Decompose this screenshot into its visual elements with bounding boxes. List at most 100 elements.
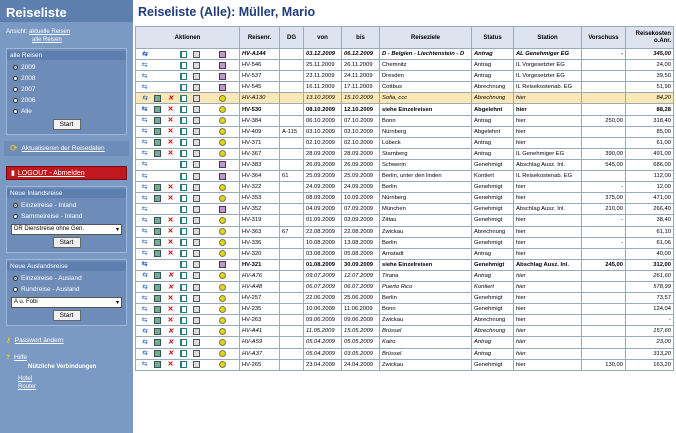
copy-icon[interactable]: [154, 94, 161, 102]
document-icon[interactable]: [180, 61, 187, 69]
col-station[interactable]: Station: [513, 26, 582, 49]
ausland-round-radio[interactable]: Rundreise - Ausland: [11, 284, 122, 295]
status-icon[interactable]: [219, 250, 226, 258]
open-icon[interactable]: ⇆: [142, 73, 148, 80]
table-row[interactable]: ⇆ ✕ HV-265 23.04.2009 24.04.2009 Zwickau Geneh…: [135, 358, 674, 371]
router-link[interactable]: Router: [18, 384, 36, 390]
open-icon[interactable]: ⇆: [142, 173, 148, 180]
logout-button[interactable]: ▮ LOGOUT - Abmelden: [6, 166, 127, 180]
cell-nr[interactable]: HV-383: [239, 158, 280, 172]
status-icon[interactable]: [219, 294, 226, 302]
open-icon[interactable]: ⇆: [142, 228, 148, 235]
cell-nr[interactable]: HV-321: [239, 258, 280, 271]
status-icon[interactable]: [219, 350, 226, 358]
col-dg[interactable]: DG: [279, 26, 304, 49]
table-row[interactable]: ⇆ ✕ HV-384 06.10.2009 07.10.2009 Bonn Antrag hi…: [135, 114, 674, 127]
print-icon[interactable]: [193, 205, 200, 213]
open-icon[interactable]: ⇆: [142, 272, 148, 279]
document-icon[interactable]: [180, 117, 187, 125]
table-row[interactable]: ⇆ ✕ HV-409 A-115 03.10.2009 03.10.2009 Nürnber…: [135, 125, 674, 138]
table-row[interactable]: ⇆ ✕ HV-336 10.08.2009 13.08.2009 Berlin Genehm…: [135, 236, 674, 249]
table-row[interactable]: ⇆ HV-545 16.11.2009 17.11.2009 Cottbus Abrech…: [135, 81, 674, 94]
open-icon[interactable]: ⇆: [142, 339, 148, 346]
document-icon[interactable]: [180, 83, 187, 91]
copy-icon[interactable]: [154, 316, 161, 324]
cell-nr[interactable]: HV-A76: [239, 269, 280, 282]
document-icon[interactable]: [180, 183, 187, 191]
col-bis[interactable]: bis: [341, 26, 380, 49]
print-icon[interactable]: [193, 327, 200, 335]
document-icon[interactable]: [180, 338, 187, 346]
open-icon[interactable]: ⇆: [142, 306, 148, 313]
cell-nr[interactable]: HV-320: [239, 247, 280, 260]
table-row[interactable]: ⇆ ✕ HV-A41 11.05.2009 15.05.2009 Brüssel Abrec…: [135, 325, 674, 338]
open-icon[interactable]: ⇆: [142, 284, 148, 291]
open-icon[interactable]: ⇆: [142, 150, 148, 157]
document-icon[interactable]: [180, 194, 187, 202]
table-row[interactable]: ⇆ HV-A144 03.12.2009 06.12.2009 D - Belgien …: [135, 47, 674, 61]
table-row[interactable]: ⇆ ✕ HV-263 09.06.2009 09.06.2009 Zwickau Abrec…: [135, 314, 674, 327]
cell-nr[interactable]: HV-A41: [239, 325, 280, 338]
cell-nr[interactable]: HV-363: [239, 225, 280, 238]
copy-icon[interactable]: [154, 294, 161, 302]
document-icon[interactable]: [180, 106, 187, 114]
history-icon[interactable]: [219, 205, 226, 213]
open-icon[interactable]: ⇆: [142, 184, 148, 191]
ausland-start-button[interactable]: Start: [52, 310, 81, 321]
print-icon[interactable]: [193, 106, 200, 114]
cell-nr[interactable]: HV-409: [239, 125, 280, 138]
year-radio-all[interactable]: Alle: [11, 106, 122, 117]
password-row[interactable]: ⚷ Passwort ändern: [0, 334, 133, 346]
open-icon[interactable]: ⇆: [142, 250, 148, 257]
delete-icon[interactable]: ✕: [168, 306, 174, 313]
delete-icon[interactable]: ✕: [168, 250, 174, 257]
cell-nr[interactable]: HV-371: [239, 136, 280, 149]
document-icon[interactable]: [180, 205, 187, 213]
status-icon[interactable]: [219, 316, 226, 324]
status-icon[interactable]: [219, 128, 226, 136]
inland-collective-radio[interactable]: Sammelreise - Inland: [11, 211, 122, 222]
delete-icon[interactable]: ✕: [168, 317, 174, 324]
copy-icon[interactable]: [154, 216, 161, 224]
print-icon[interactable]: [193, 139, 200, 147]
print-icon[interactable]: [193, 305, 200, 313]
copy-icon[interactable]: [154, 305, 161, 313]
copy-icon[interactable]: [154, 350, 161, 358]
table-row[interactable]: ⇆ ✕ HV-530 08.10.2009 12.10.2009 siehe Einzel…: [135, 103, 674, 116]
open-icon[interactable]: ⇆: [142, 62, 148, 69]
cell-nr[interactable]: HV-546: [239, 59, 280, 72]
copy-icon[interactable]: [154, 361, 161, 369]
table-row[interactable]: ⇆ ✕ HV-A37 05.04.2009 03.05.2009 Brüssel Antra…: [135, 347, 674, 360]
document-icon[interactable]: [180, 250, 187, 258]
table-row[interactable]: ⇆ ✕ HV-235 10.06.2009 11.06.2009 Bonn Genehmig…: [135, 303, 674, 316]
cell-nr[interactable]: HV-384: [239, 114, 280, 127]
cell-nr[interactable]: HV-545: [239, 81, 280, 94]
open-icon[interactable]: ⇆: [142, 128, 148, 135]
delete-icon[interactable]: ✕: [168, 106, 174, 113]
delete-icon[interactable]: ✕: [168, 272, 174, 279]
copy-icon[interactable]: [154, 272, 161, 280]
cell-nr[interactable]: HV-263: [239, 314, 280, 327]
document-icon[interactable]: [180, 50, 187, 58]
year-radio-2006[interactable]: 2006: [11, 95, 122, 106]
table-row[interactable]: ⇆ HV-364 61 25.09.2009 25.09.2009 Berlin, unt…: [135, 170, 674, 183]
copy-icon[interactable]: [154, 117, 161, 125]
help-link[interactable]: Hilfe: [14, 354, 27, 361]
document-icon[interactable]: [180, 272, 187, 280]
cell-nr[interactable]: HV-A144: [239, 47, 280, 61]
year-start-button[interactable]: Start: [52, 119, 81, 130]
print-icon[interactable]: [193, 161, 200, 169]
open-icon[interactable]: ⇆: [142, 161, 148, 168]
open-icon[interactable]: ⇆: [142, 295, 148, 302]
copy-icon[interactable]: [154, 194, 161, 202]
document-icon[interactable]: [180, 305, 187, 313]
cell-nr[interactable]: HV-A59: [239, 336, 280, 349]
table-row[interactable]: ⇆ ✕ HV-320 03.08.2009 05.08.2009 Arnstadt Antr…: [135, 247, 674, 260]
copy-icon[interactable]: [154, 106, 161, 114]
copy-icon[interactable]: [154, 239, 161, 247]
status-icon[interactable]: [219, 361, 226, 369]
current-trips-link[interactable]: aktuelle Reisen: [29, 29, 70, 35]
inland-start-button[interactable]: Start: [52, 237, 81, 248]
cell-nr[interactable]: HV-A48: [239, 280, 280, 294]
open-icon[interactable]: ⇆: [142, 361, 148, 368]
